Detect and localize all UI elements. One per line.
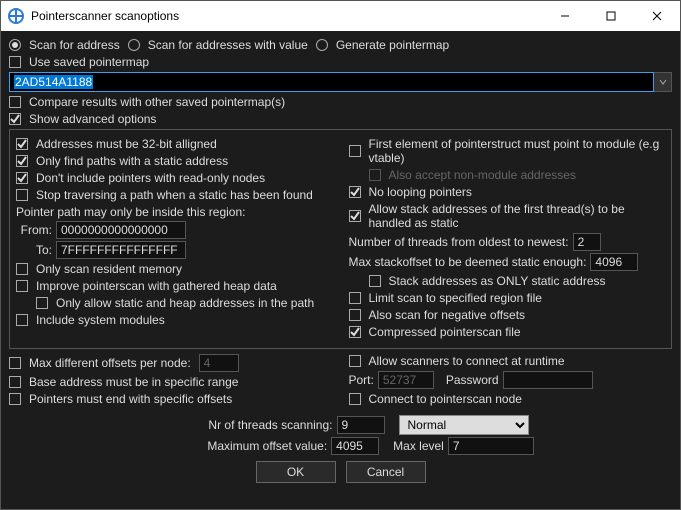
check-label: Only find paths with a static address <box>36 154 228 168</box>
check-label: Base address must be in specific range <box>29 375 238 389</box>
check-label: Also scan for negative offsets <box>369 308 526 322</box>
check-label: Addresses must be 32-bit alligned <box>36 137 217 151</box>
check-use-saved-pointermap[interactable] <box>9 56 21 68</box>
window-title: Pointerscanner scanoptions <box>31 9 542 23</box>
check-connect-node[interactable] <box>349 393 361 405</box>
check-limit-region-file[interactable] <box>349 292 361 304</box>
radio-generate-pointermap[interactable] <box>316 39 328 51</box>
address-dropdown-button[interactable] <box>654 72 672 92</box>
port-label: Port: <box>349 373 374 387</box>
threads-label: Number of threads from oldest to newest: <box>349 235 569 249</box>
check-label: Allow scanners to connect at runtime <box>369 354 565 368</box>
maxstack-input[interactable] <box>590 253 638 271</box>
threads-scanning-input[interactable] <box>337 416 385 434</box>
radio-label: Scan for addresses with value <box>148 38 308 52</box>
check-label: Only allow static and heap addresses in … <box>56 296 314 310</box>
check-compare-results[interactable] <box>9 96 21 108</box>
check-no-looping[interactable] <box>349 186 361 198</box>
titlebar: Pointerscanner scanoptions <box>1 1 680 31</box>
radio-label: Generate pointermap <box>336 38 449 52</box>
check-label: Limit scan to specified region file <box>369 291 542 305</box>
maxstack-label: Max stackoffset to be deemed static enou… <box>349 255 587 269</box>
check-improve-heap[interactable] <box>16 280 28 292</box>
check-no-readonly[interactable] <box>16 172 28 184</box>
max-level-label: Max level <box>393 439 444 453</box>
check-base-in-range[interactable] <box>9 376 21 388</box>
cancel-button[interactable]: Cancel <box>346 461 426 483</box>
to-input[interactable] <box>56 241 186 259</box>
check-label: First element of pointerstruct must poin… <box>369 137 666 165</box>
radio-scan-for-value[interactable] <box>128 39 140 51</box>
check-label: Stop traversing a path when a static has… <box>36 188 313 202</box>
app-icon <box>7 7 25 25</box>
check-include-sysmodules[interactable] <box>16 314 28 326</box>
check-allow-stack[interactable] <box>349 210 361 222</box>
minimize-button[interactable] <box>542 1 588 31</box>
check-label: Use saved pointermap <box>29 55 149 69</box>
check-stop-on-static[interactable] <box>16 189 28 201</box>
from-input[interactable] <box>56 221 186 239</box>
check-only-static-heap[interactable] <box>36 297 48 309</box>
thread-priority-select[interactable]: Normal <box>399 415 529 435</box>
region-label: Pointer path may only be inside this reg… <box>16 205 333 219</box>
window: Pointerscanner scanoptions Scan for addr… <box>0 0 681 510</box>
close-button[interactable] <box>634 1 680 31</box>
threads-scanning-label: Nr of threads scanning: <box>153 418 333 432</box>
check-stack-only[interactable] <box>369 275 381 287</box>
max-diff-offsets-input <box>199 354 239 372</box>
radio-label: Scan for address <box>29 38 120 52</box>
password-input <box>503 371 593 389</box>
maximize-button[interactable] <box>588 1 634 31</box>
check-label: No looping pointers <box>369 185 472 199</box>
check-end-specific-offsets[interactable] <box>9 393 21 405</box>
check-label: Improve pointerscan with gathered heap d… <box>36 279 277 293</box>
check-label: Include system modules <box>36 313 165 327</box>
from-label: From: <box>16 223 52 237</box>
check-scan-negative[interactable] <box>349 309 361 321</box>
check-max-diff-offsets[interactable] <box>9 357 21 369</box>
check-label: Pointers must end with specific offsets <box>29 392 232 406</box>
check-compressed-file[interactable] <box>349 326 361 338</box>
check-label: Also accept non-module addresses <box>389 168 576 182</box>
max-offset-input[interactable] <box>331 437 379 455</box>
check-label: Connect to pointerscan node <box>369 392 522 406</box>
check-label: Only scan resident memory <box>36 262 182 276</box>
port-input <box>378 371 434 389</box>
check-only-static[interactable] <box>16 155 28 167</box>
advanced-group: Addresses must be 32-bit alligned Only f… <box>9 129 672 349</box>
check-label: Compare results with other saved pointer… <box>29 95 285 109</box>
check-first-to-module[interactable] <box>349 145 361 157</box>
check-allow-runtime[interactable] <box>349 355 361 367</box>
address-combo: 2AD514A1188 <box>9 72 672 92</box>
check-resident-only[interactable] <box>16 263 28 275</box>
check-also-nonmodule <box>369 169 381 181</box>
to-label: To: <box>16 243 52 257</box>
check-label: Compressed pointerscan file <box>369 325 521 339</box>
check-label: Don't include pointers with read-only no… <box>36 171 265 185</box>
check-label: Max different offsets per node: <box>29 356 191 370</box>
address-input[interactable]: 2AD514A1188 <box>9 72 654 92</box>
password-label: Password <box>446 373 499 387</box>
check-32bit-aligned[interactable] <box>16 138 28 150</box>
radio-scan-for-address[interactable] <box>9 39 21 51</box>
check-label: Stack addresses as ONLY static address <box>389 274 606 288</box>
check-label: Allow stack addresses of the first threa… <box>369 202 666 230</box>
check-show-advanced[interactable] <box>9 113 21 125</box>
check-label: Show advanced options <box>29 112 156 126</box>
max-offset-label: Maximum offset value: <box>147 439 327 453</box>
threads-input[interactable] <box>573 233 601 251</box>
ok-button[interactable]: OK <box>256 461 336 483</box>
max-level-input[interactable] <box>448 437 534 455</box>
